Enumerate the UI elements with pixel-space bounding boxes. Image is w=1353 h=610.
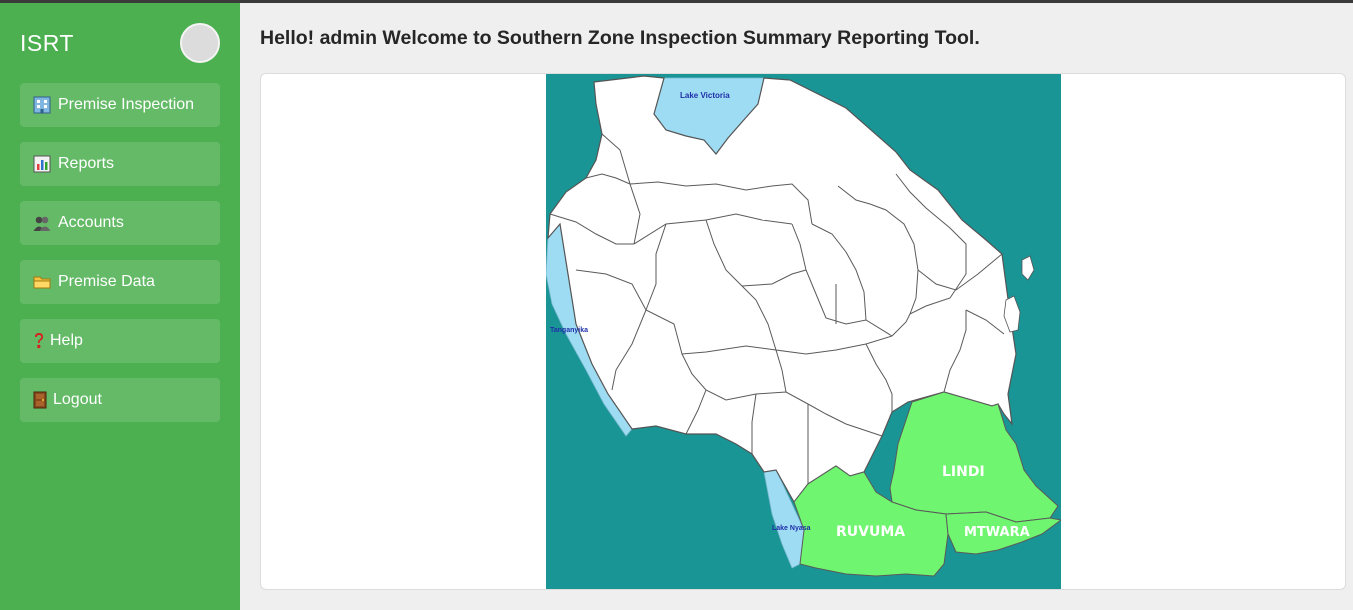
- bar-chart-icon: [33, 155, 51, 173]
- avatar[interactable]: [180, 23, 220, 63]
- brand-title: ISRT: [20, 29, 74, 56]
- sidebar-item-reports[interactable]: Reports: [20, 142, 220, 186]
- folder-icon: [33, 273, 51, 291]
- region-label-lindi: LINDI: [942, 464, 985, 480]
- lake-victoria-label: Lake Victoria: [680, 91, 730, 100]
- sidebar-item-label: Reports: [58, 155, 115, 172]
- sidebar: ISRT Premise Inspection Reports Accounts…: [0, 3, 240, 610]
- tanzania-region-map[interactable]: Lake Victoria Tanganyika Lake Nyasa LIND…: [546, 74, 1061, 590]
- sidebar-item-premise-data[interactable]: Premise Data: [20, 260, 220, 304]
- sidebar-item-label: Help: [50, 332, 83, 349]
- sidebar-item-premise-inspection[interactable]: Premise Inspection: [20, 83, 220, 127]
- sidebar-item-label: Premise Data: [58, 273, 155, 290]
- building-icon: [33, 96, 51, 114]
- sidebar-item-label: Premise Inspection: [58, 96, 195, 113]
- sidebar-item-logout[interactable]: Logout: [20, 378, 220, 422]
- sidebar-item-label: Logout: [53, 391, 102, 408]
- users-icon: [33, 214, 51, 232]
- sidebar-item-label: Accounts: [58, 214, 124, 231]
- sidebar-item-help[interactable]: Help: [20, 319, 220, 363]
- region-label-ruvuma: RUVUMA: [836, 524, 905, 540]
- sidebar-header: ISRT: [20, 3, 220, 83]
- sidebar-item-accounts[interactable]: Accounts: [20, 201, 220, 245]
- main-content: Hello! admin Welcome to Southern Zone In…: [240, 3, 1353, 610]
- map-card: Lake Victoria Tanganyika Lake Nyasa LIND…: [260, 73, 1346, 590]
- question-icon: [33, 332, 45, 350]
- lake-nyasa-label: Lake Nyasa: [772, 525, 811, 532]
- door-icon: [33, 391, 47, 409]
- page-title: Hello! admin Welcome to Southern Zone In…: [260, 27, 980, 49]
- lake-tanganyika-label: Tanganyika: [550, 327, 588, 334]
- region-label-mtwara: MTWARA: [964, 525, 1030, 540]
